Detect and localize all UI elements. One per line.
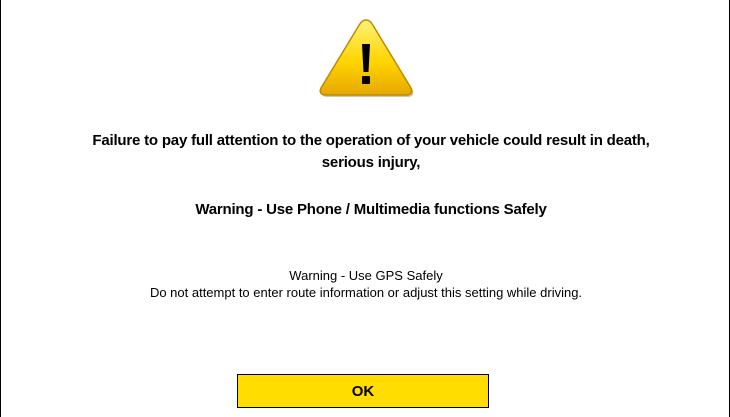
warning-dialog: Failure to pay full attention to the ope…	[0, 0, 730, 417]
headline-line-1: Failure to pay full attention to the ope…	[92, 132, 650, 149]
headline-line-2: serious injury,	[321, 154, 421, 171]
headline-warning: Failure to pay full attention to the ope…	[41, 130, 701, 174]
gps-warning: Warning - Use GPS Safely Do not attempt …	[31, 267, 701, 301]
ok-button[interactable]: OK	[237, 374, 489, 408]
warning-triangle-icon	[315, 14, 417, 98]
gps-warning-text: Do not attempt to enter route informatio…	[149, 285, 583, 300]
gps-warning-title: Warning - Use GPS Safely	[289, 268, 443, 283]
phone-warning-text: Warning - Use Phone / Multimedia functio…	[195, 201, 547, 218]
